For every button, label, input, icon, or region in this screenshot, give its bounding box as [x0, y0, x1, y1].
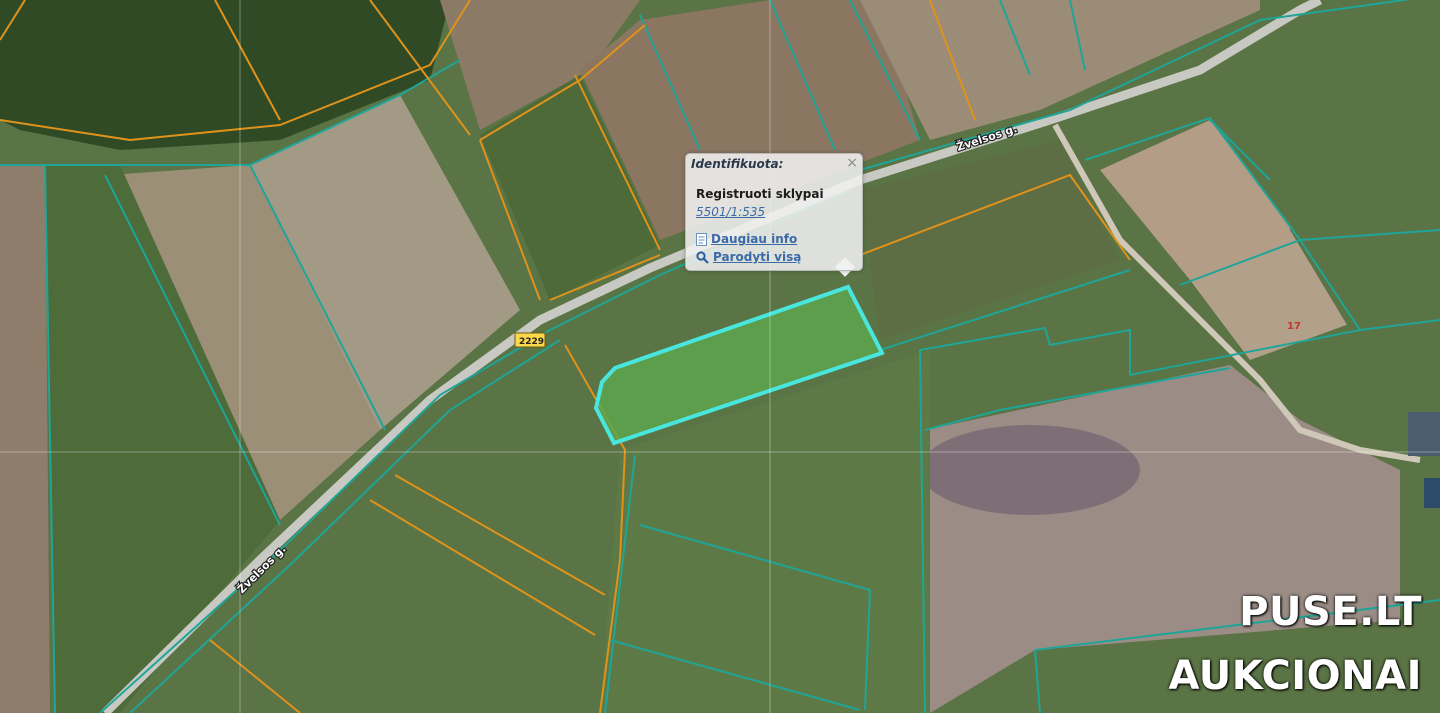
popup-title: Identifikuota:: [691, 157, 784, 171]
show-all-link[interactable]: Parodyti visą: [696, 250, 801, 264]
field-brown: [0, 165, 50, 713]
more-info-link[interactable]: Daugiau info: [696, 232, 797, 246]
identification-popup: Identifikuota: × Registruoti sklypai 550…: [685, 153, 863, 271]
parcel-number-label: 17: [1287, 321, 1301, 332]
popup-section-label: Registruoti sklypai: [696, 187, 824, 201]
building: [1408, 412, 1440, 456]
road-number: 2229: [519, 337, 544, 347]
search-icon: [696, 250, 709, 264]
watermark-line-2: AUKCIONAI: [1168, 653, 1422, 699]
watermark-line-1: PUSE.LT: [1239, 589, 1422, 635]
more-info-label: Daugiau info: [711, 232, 798, 246]
show-all-label: Parodyti visą: [713, 250, 802, 264]
building: [1424, 478, 1440, 508]
parcel-id-link[interactable]: 5501/1:535: [696, 205, 765, 219]
document-icon: [696, 232, 707, 246]
satellite-map[interactable]: Žvelsos g. Žvelsos g. 2229 17: [0, 0, 1440, 713]
field-shadow: [920, 425, 1140, 515]
close-icon[interactable]: ×: [846, 155, 858, 171]
